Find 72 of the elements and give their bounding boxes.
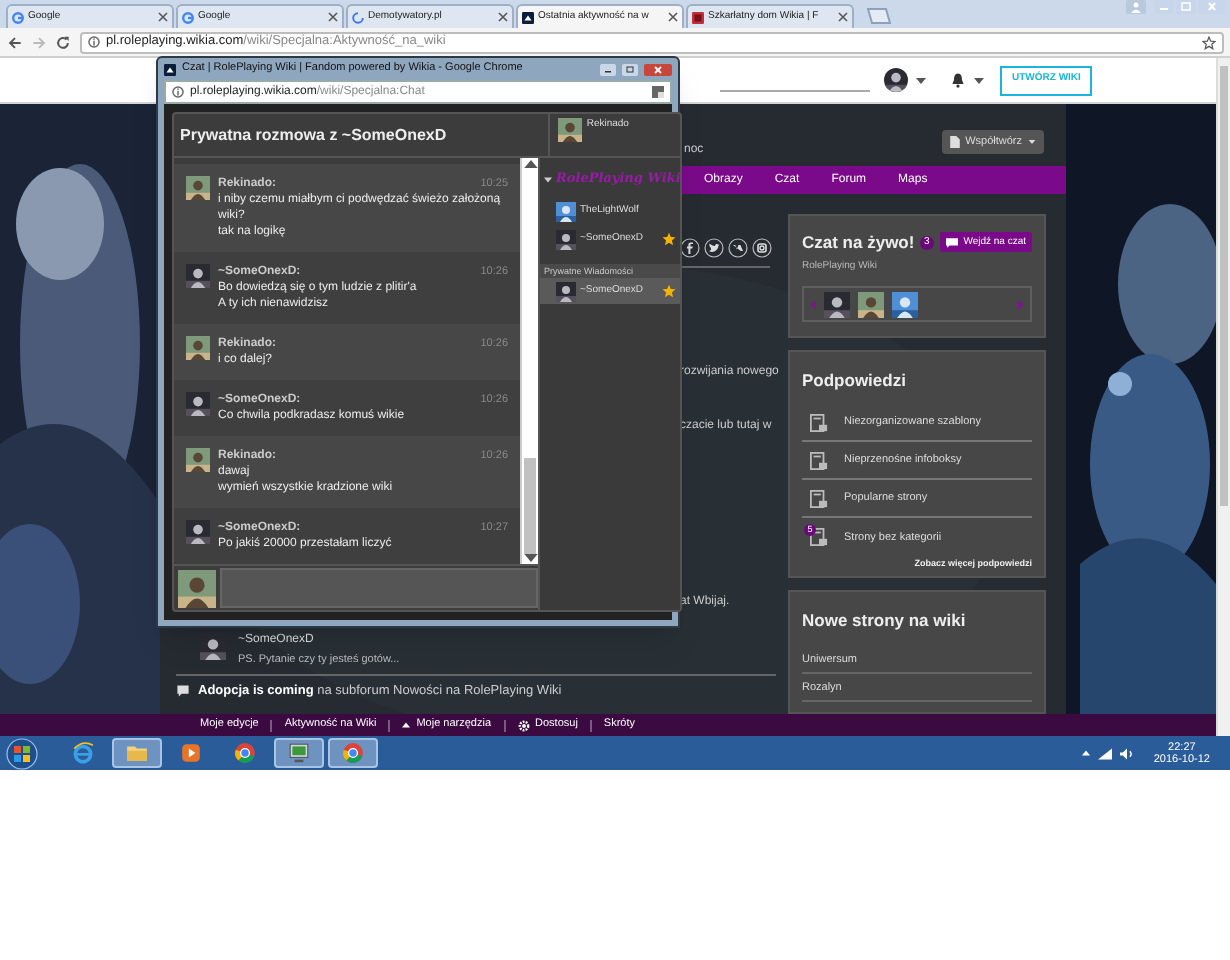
social-icon[interactable]	[680, 238, 700, 258]
bell-icon[interactable]	[950, 72, 966, 88]
monitor-icon	[288, 742, 310, 764]
site-icon	[164, 63, 176, 75]
speech-bubble-icon	[945, 237, 958, 248]
document-icon	[810, 451, 828, 470]
close-icon[interactable]	[644, 63, 672, 75]
page-icon	[949, 136, 960, 148]
avatar	[556, 281, 576, 301]
card-title: Podpowiedzi	[802, 368, 908, 395]
message-input[interactable]	[220, 568, 538, 608]
document-icon	[810, 489, 828, 508]
star-outline-icon[interactable]	[1202, 35, 1216, 49]
avatar	[186, 176, 210, 200]
gear-icon	[517, 719, 530, 731]
site-icon	[12, 11, 24, 23]
avatar	[892, 291, 918, 318]
info-icon	[88, 36, 100, 48]
close-icon[interactable]	[668, 12, 678, 22]
caret-icon[interactable]	[544, 175, 552, 183]
browser-icon	[72, 742, 94, 764]
maximize-icon[interactable]	[622, 63, 638, 75]
scrollbar[interactable]	[1216, 58, 1230, 736]
speech-bubble-icon	[176, 684, 190, 699]
close-icon[interactable]	[328, 12, 338, 22]
reload-icon[interactable]	[56, 35, 70, 49]
chrome-icon	[342, 742, 364, 764]
minimize-icon[interactable]	[600, 63, 616, 75]
document-icon	[810, 413, 828, 432]
avatar	[824, 291, 850, 318]
avatar	[556, 201, 576, 221]
avatar	[186, 448, 210, 472]
social-icon[interactable]	[728, 238, 748, 258]
close-icon[interactable]	[158, 12, 168, 22]
scrollbar[interactable]	[520, 158, 538, 564]
avatar	[556, 229, 576, 249]
avatar	[186, 264, 210, 288]
folder-icon	[126, 742, 148, 764]
loading-icon	[352, 11, 364, 23]
site-icon	[692, 11, 704, 23]
taskbar-button[interactable]	[274, 738, 324, 768]
chrome-icon	[234, 742, 256, 764]
chat-heading: Prywatna rozmowa z ~SomeOnexD	[178, 123, 449, 147]
avatar	[558, 118, 583, 142]
signal-icon[interactable]	[1097, 747, 1112, 759]
translate-icon[interactable]	[652, 86, 664, 98]
chevron-up-icon[interactable]	[1081, 750, 1090, 756]
card-title: Czat na żywo!	[802, 230, 915, 256]
avatar	[884, 68, 908, 92]
volume-icon[interactable]	[1119, 747, 1134, 759]
card-title: Nowe strony na wiki	[802, 608, 968, 635]
play-icon	[180, 742, 202, 764]
social-icon[interactable]	[704, 238, 724, 258]
info-icon	[172, 86, 184, 98]
avatar	[178, 569, 216, 607]
avatar	[186, 520, 210, 544]
avatar	[186, 336, 210, 360]
site-icon	[522, 11, 534, 23]
document-icon	[810, 528, 828, 547]
close-icon[interactable]	[838, 12, 848, 22]
caret-icon	[1028, 140, 1036, 144]
close-icon[interactable]	[498, 12, 508, 22]
start-button[interactable]	[6, 737, 38, 769]
caret-up-icon	[402, 722, 411, 728]
social-icon[interactable]	[752, 238, 772, 258]
caret-icon[interactable]	[916, 77, 926, 83]
avatar	[200, 634, 226, 660]
avatar	[186, 392, 210, 416]
avatar	[858, 291, 884, 318]
caret-icon[interactable]	[974, 77, 984, 83]
back-icon[interactable]	[8, 35, 22, 49]
site-icon	[182, 11, 194, 23]
